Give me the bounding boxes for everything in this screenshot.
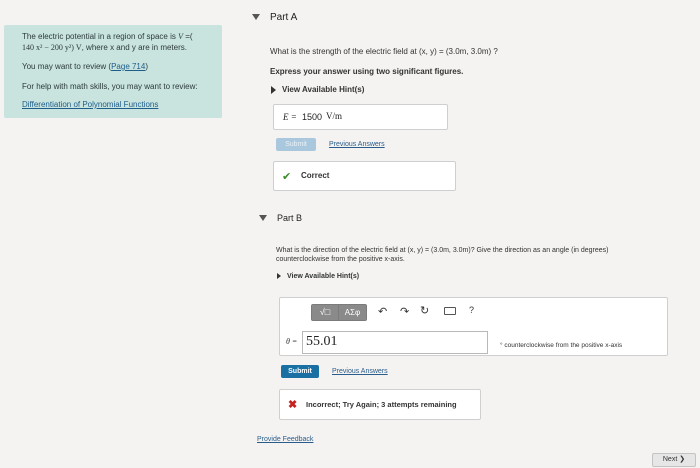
- potential-expression: 140 x² − 200 y²) V: [22, 43, 82, 52]
- review-text: You may want to review (: [22, 62, 112, 71]
- part-a-instruction: Express your answer using two significan…: [270, 67, 464, 76]
- part-b-hints-toggle[interactable]: View Available Hint(s): [277, 273, 359, 280]
- collapse-part-b-icon[interactable]: [259, 215, 267, 221]
- greek-symbols-button[interactable]: ΑΣφ: [339, 305, 366, 320]
- part-b-answer-label: θ =: [286, 337, 298, 346]
- collapse-part-a-icon[interactable]: [252, 14, 260, 20]
- check-icon: ✔: [282, 171, 292, 183]
- undo-icon[interactable]: ↶: [378, 305, 387, 318]
- part-a-hints-toggle[interactable]: View Available Hint(s): [271, 85, 364, 94]
- chevron-right-icon: ❯: [679, 456, 686, 463]
- reset-icon[interactable]: ↻: [420, 304, 429, 317]
- part-b-previous-answers-link[interactable]: Previous Answers: [332, 368, 388, 375]
- part-b-feedback-text: Incorrect; Try Again; 3 attempts remaini…: [306, 400, 457, 409]
- part-b-question-line2: counterclockwise from the positive x-axi…: [276, 256, 405, 263]
- part-a-previous-answers-link[interactable]: Previous Answers: [329, 141, 385, 148]
- differentiation-link[interactable]: Differentiation of Polynomial Functions: [22, 100, 158, 109]
- math-toolbar-group: √□ ΑΣφ: [311, 304, 367, 321]
- part-a-submit-button[interactable]: Submit: [276, 138, 316, 151]
- review-line: You may want to review (Page 714): [22, 61, 148, 72]
- part-b-question-line1: What is the direction of the electric fi…: [276, 247, 609, 254]
- help-icon[interactable]: ?: [469, 305, 474, 315]
- part-a-answer-box: E = 1500 V/m: [273, 104, 448, 130]
- part-b-answer-suffix: ° counterclockwise from the positive x-a…: [500, 342, 623, 349]
- x-mark-icon: ✖: [288, 399, 298, 411]
- keyboard-icon[interactable]: [444, 307, 456, 315]
- problem-info-panel: The electric potential in a region of sp…: [4, 25, 222, 118]
- next-label: Next: [662, 456, 678, 463]
- intro-text: The electric potential in a region of sp…: [22, 32, 179, 41]
- review-close: ): [145, 62, 149, 71]
- part-a-title: Part A: [270, 12, 298, 23]
- part-a-question: What is the strength of the electric fie…: [270, 47, 498, 56]
- expand-hints-icon: [271, 85, 276, 94]
- part-a-feedback-text: Correct: [301, 171, 330, 180]
- redo-icon[interactable]: ↷: [400, 305, 409, 318]
- part-b-title: Part B: [277, 213, 303, 223]
- part-b-answer-input[interactable]: 55.01: [302, 331, 488, 354]
- next-button[interactable]: Next ❯: [652, 453, 696, 467]
- review-page-link[interactable]: Page 714: [111, 62, 145, 71]
- part-b-hints-label: View Available Hint(s): [287, 273, 360, 280]
- part-b-submit-button[interactable]: Submit: [281, 365, 319, 378]
- part-a-answer-label: E =: [283, 112, 297, 122]
- intro-line2: 140 x² − 200 y²) V, where x and y are in…: [22, 42, 187, 53]
- intro-tail: , where x and y are in meters.: [81, 43, 187, 52]
- expand-hints-icon: [277, 273, 281, 280]
- templates-button[interactable]: √□: [312, 305, 338, 320]
- help-text: For help with math skills, you may want …: [22, 82, 198, 91]
- part-a-feedback-box: ✔ Correct: [273, 161, 456, 191]
- part-a-answer-value[interactable]: 1500: [302, 112, 322, 122]
- part-a-hints-label: View Available Hint(s): [282, 85, 365, 94]
- part-b-answer-value: 55.01: [306, 334, 338, 349]
- help-link-wrap: Differentiation of Polynomial Functions: [22, 99, 158, 110]
- part-a-answer-unit: V/m: [326, 111, 343, 121]
- intro-eq: =(: [182, 32, 193, 41]
- intro-line1: The electric potential in a region of sp…: [22, 31, 193, 42]
- part-b-feedback-box: ✖ Incorrect; Try Again; 3 attempts remai…: [279, 389, 481, 420]
- provide-feedback-link[interactable]: Provide Feedback: [257, 436, 313, 443]
